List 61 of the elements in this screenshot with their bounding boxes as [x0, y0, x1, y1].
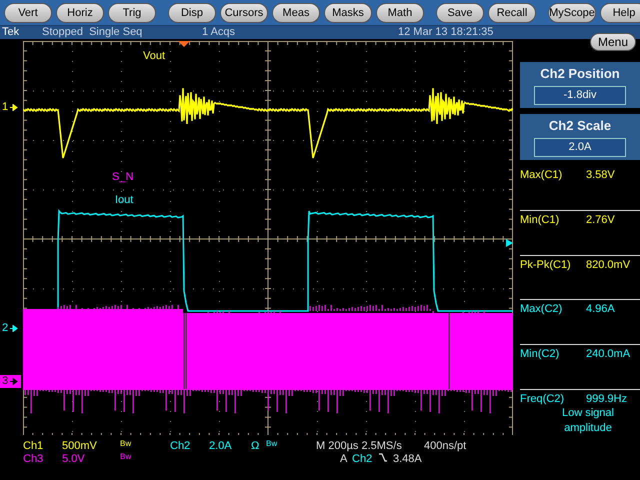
trace-label: Vout [143, 50, 166, 62]
measurement-label: Min(C2) [520, 347, 560, 362]
control-value-field[interactable]: 2.0A [534, 138, 626, 158]
channel-scale: 2.0A [209, 440, 233, 453]
trigger-position-marker[interactable] [178, 41, 190, 47]
acquisition-count: 1 Acqs [202, 26, 236, 39]
toolbar-button[interactable]: Meas [272, 2, 320, 22]
measurement-label: Max(C2) [520, 302, 564, 316]
coupling-label: Ω [251, 440, 260, 453]
measurement-label: Min(C1) [520, 212, 560, 227]
measurement-value: 240.0mA [586, 347, 630, 362]
measurement-note: Low signal amplitude [561, 406, 615, 436]
date-time: 12 Mar 13 18:21:35 [398, 26, 494, 39]
toolbar-button[interactable]: MyScope [548, 2, 596, 22]
bandwidth-limit-label: Bw [266, 438, 278, 450]
measurement-value: 2.76V [586, 212, 615, 227]
trigger-level-marker[interactable] [506, 239, 513, 247]
control-value-field[interactable]: -1.8div [534, 86, 626, 106]
measurement-value: 820.0mV [586, 258, 630, 272]
toolbar-button[interactable]: Recall [488, 2, 536, 22]
channel-scale: 5.0V [62, 453, 86, 466]
measurement-value: 4.96A [586, 302, 615, 316]
timebase-readout: M 200µs 2.5MS/s [316, 440, 403, 453]
menu-button[interactable]: Menu [590, 33, 636, 51]
channel-marker[interactable]: 3 [0, 375, 21, 388]
channel-scale: 500mV [62, 440, 98, 453]
acquisition-state: Stopped Single Seq [42, 26, 144, 39]
falling-edge-icon [378, 453, 388, 462]
toolbar-button[interactable]: Help [600, 2, 640, 22]
channel-name: Ch3 [23, 453, 44, 466]
arrow-icon [10, 378, 18, 385]
channel-marker[interactable]: 2 [2, 322, 18, 335]
control-title: Ch2 Position [540, 66, 620, 82]
toolbar-button[interactable]: Cursors [220, 2, 268, 22]
toolbar-button[interactable]: Save [436, 2, 484, 22]
channel-marker[interactable]: 1 [2, 101, 18, 114]
brand-label: Tek [1, 26, 20, 39]
trigger-label: A [340, 453, 348, 466]
channel-name: Ch1 [23, 440, 44, 453]
measurement-label: Max(C1) [520, 168, 564, 182]
channel-name: Ch2 [170, 440, 192, 453]
trace-label: S_N [112, 171, 134, 183]
measurement-label: Freq(C2) [520, 392, 566, 406]
measurement-value: 999.9Hz [586, 392, 627, 406]
measurement-value: 3.58V [586, 168, 615, 182]
trigger-source: Ch2 [352, 453, 374, 466]
toolbar-button[interactable]: Trig [108, 2, 156, 22]
trigger-level: 3.48A [393, 453, 422, 466]
trace-label: Iout [115, 194, 134, 206]
bandwidth-limit-label: Bw [120, 438, 132, 450]
toolbar-button[interactable]: Horiz [56, 2, 104, 22]
bandwidth-limit-label: Bw [120, 451, 132, 463]
toolbar-button[interactable]: Math [376, 2, 424, 22]
control-title: Ch2 Scale [548, 118, 612, 134]
resolution-readout: 400ns/pt [424, 440, 466, 453]
toolbar-button[interactable]: Masks [324, 2, 372, 22]
arrow-icon [10, 104, 18, 111]
toolbar-button[interactable]: Disp [168, 2, 216, 22]
measurement-label: Pk-Pk(C1) [520, 258, 572, 272]
arrow-icon [10, 324, 18, 332]
toolbar-button[interactable]: Vert [4, 2, 52, 22]
